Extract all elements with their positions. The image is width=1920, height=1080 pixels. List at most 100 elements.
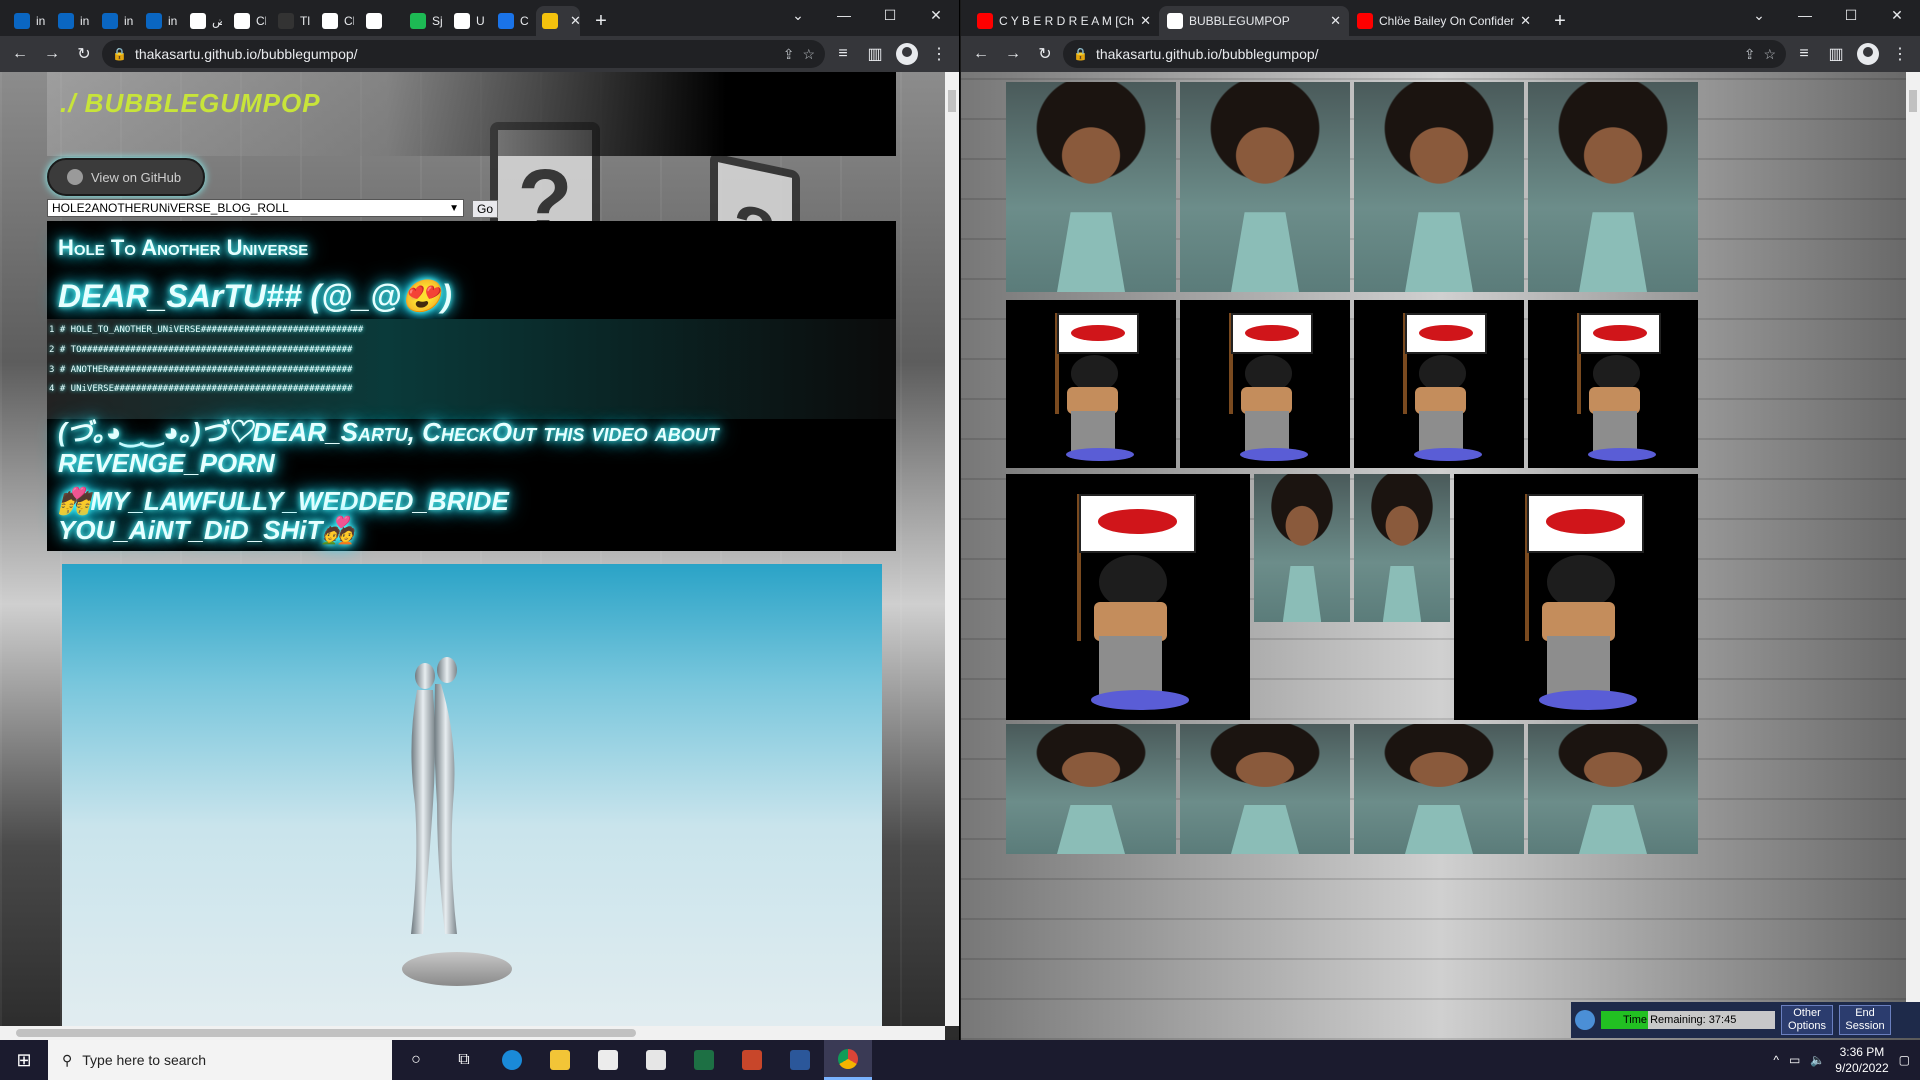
browser-tab[interactable]: Chlöe Bailey On Confidenc ✕: [1349, 6, 1539, 36]
side-panel-icon[interactable]: ▥: [1822, 40, 1850, 68]
session-icon[interactable]: [1575, 1010, 1595, 1030]
share-icon[interactable]: ⇪: [1744, 46, 1756, 63]
go-button[interactable]: Go: [472, 200, 498, 218]
maximize-icon[interactable]: ☐: [1828, 0, 1874, 30]
chevron-down-icon: ▼: [449, 202, 459, 214]
network-icon[interactable]: ▭: [1789, 1053, 1800, 1067]
site-title[interactable]: ./ BUBBLEGUMPOP: [60, 88, 321, 119]
close-icon[interactable]: ✕: [913, 0, 959, 30]
comic-flag-image: [1354, 300, 1524, 468]
vertical-scrollbar[interactable]: [1906, 72, 1920, 1026]
browser-tab[interactable]: Cl: [228, 6, 272, 36]
taskbar-search[interactable]: ⚲ Type here to search: [48, 1040, 392, 1080]
blog-roll-select[interactable]: HOLE2ANOTHERUNiVERSE_BLOG_ROLL ▼: [47, 199, 464, 217]
file-explorer-icon[interactable]: [536, 1040, 584, 1080]
browser-tab[interactable]: Sj: [404, 6, 448, 36]
cortana-icon[interactable]: ○: [392, 1040, 440, 1080]
vertical-scrollbar[interactable]: [945, 72, 959, 1026]
chrome-icon[interactable]: [824, 1040, 872, 1080]
back-icon[interactable]: ←: [6, 40, 34, 68]
star-icon[interactable]: ☆: [802, 46, 815, 63]
end-session-button[interactable]: End Session: [1839, 1005, 1891, 1035]
minimize-icon[interactable]: —: [1782, 0, 1828, 30]
view-on-github-button[interactable]: View on GitHub: [47, 158, 205, 196]
media-control-icon[interactable]: ≡: [829, 40, 857, 68]
forward-icon[interactable]: →: [999, 40, 1027, 68]
new-tab-icon[interactable]: +: [1545, 6, 1575, 36]
task-view-icon[interactable]: ⧉: [440, 1040, 488, 1080]
browser-tab[interactable]: C Y B E R D R E A M [Chl ✕: [969, 6, 1159, 36]
tab-favicon-icon: [58, 13, 74, 29]
browser-tab[interactable]: in: [140, 6, 184, 36]
statue-video[interactable]: [62, 564, 882, 1040]
tab-label: Tl: [300, 14, 310, 28]
tab-close-icon[interactable]: ✕: [570, 13, 580, 29]
side-panel-icon[interactable]: ▥: [861, 40, 889, 68]
statue-figure-image: [411, 657, 457, 934]
tab-favicon-icon: [410, 13, 426, 29]
maximize-icon[interactable]: ☐: [867, 0, 913, 30]
back-icon[interactable]: ←: [967, 40, 995, 68]
volume-icon[interactable]: 🔈: [1810, 1053, 1825, 1067]
menu-icon[interactable]: ⋮: [1886, 40, 1914, 68]
windows-start-icon[interactable]: ⊞: [0, 1040, 48, 1080]
other-options-button[interactable]: Other Options: [1781, 1005, 1833, 1035]
address-bar[interactable]: 🔒 thakasartu.github.io/bubblegumpop/ ⇪ ☆: [1063, 40, 1786, 68]
menu-icon[interactable]: ⋮: [925, 40, 953, 68]
star-icon[interactable]: ☆: [1763, 46, 1776, 63]
chevron-down-icon[interactable]: ⌄: [1736, 0, 1782, 30]
close-icon[interactable]: ✕: [1874, 0, 1920, 30]
mail-icon[interactable]: [632, 1040, 680, 1080]
browser-tab[interactable]: ض: [184, 6, 228, 36]
tab-close-icon[interactable]: ✕: [1140, 13, 1151, 29]
browser-tab[interactable]: in: [8, 6, 52, 36]
horizontal-scrollbar[interactable]: [0, 1026, 945, 1040]
browser-tab[interactable]: U: [448, 6, 492, 36]
store-icon[interactable]: [584, 1040, 632, 1080]
tab-favicon-icon: [14, 13, 30, 29]
edge-icon[interactable]: [488, 1040, 536, 1080]
statue-pedestal: [402, 952, 512, 986]
browser-tab[interactable]: C: [492, 6, 536, 36]
new-tab-icon[interactable]: +: [586, 6, 616, 36]
forward-icon[interactable]: →: [38, 40, 66, 68]
address-bar[interactable]: 🔒 thakasartu.github.io/bubblegumpop/ ⇪ ☆: [102, 40, 825, 68]
clock-time: 3:36 PM: [1839, 1045, 1885, 1059]
browser-tab[interactable]: BUBBLEGUMPOP ✕: [1159, 6, 1349, 36]
browser-tab[interactable]: Cl: [316, 6, 360, 36]
time-remaining-bar: Time Remaining: 37:45: [1601, 1011, 1775, 1029]
portrait-image: [1528, 724, 1698, 854]
chevron-down-icon[interactable]: ⌄: [775, 0, 821, 30]
notifications-icon[interactable]: ▢: [1899, 1053, 1910, 1067]
browser-tab[interactable]: in: [96, 6, 140, 36]
tab-label: Cl: [344, 14, 354, 28]
blog-select-value: HOLE2ANOTHERUNiVERSE_BLOG_ROLL: [52, 201, 289, 215]
tab-label: Cl: [256, 14, 266, 28]
heading-hole-to-another-universe: Hole To Another Universe: [58, 235, 309, 260]
search-icon: ⚲: [62, 1051, 73, 1068]
browser-tab[interactable]: [360, 6, 404, 36]
tab-label: U: [476, 14, 485, 28]
word-icon[interactable]: [776, 1040, 824, 1080]
browser-tab[interactable]: Tl: [272, 6, 316, 36]
tab-favicon-icon: [234, 13, 250, 29]
chevron-up-icon[interactable]: ^: [1773, 1053, 1779, 1067]
tab-close-icon[interactable]: ✕: [1520, 13, 1531, 29]
reload-icon[interactable]: ↻: [1031, 40, 1059, 68]
profile-avatar[interactable]: [893, 40, 921, 68]
tab-label: in: [80, 14, 90, 28]
taskbar-search-placeholder: Type here to search: [82, 1052, 207, 1068]
media-control-icon[interactable]: ≡: [1790, 40, 1818, 68]
powerpoint-icon[interactable]: [728, 1040, 776, 1080]
tab-close-icon[interactable]: ✕: [1330, 13, 1341, 29]
browser-tab[interactable]: in: [52, 6, 96, 36]
tab-favicon-icon: [322, 13, 338, 29]
browser-tab[interactable]: Tc✕: [536, 6, 580, 36]
minimize-icon[interactable]: —: [821, 0, 867, 30]
reload-icon[interactable]: ↻: [70, 40, 98, 68]
tab-favicon-icon: [498, 13, 514, 29]
share-icon[interactable]: ⇪: [783, 46, 795, 63]
profile-avatar[interactable]: [1854, 40, 1882, 68]
excel-icon[interactable]: [680, 1040, 728, 1080]
clock[interactable]: 3:36 PM 9/20/2022: [1835, 1044, 1888, 1076]
